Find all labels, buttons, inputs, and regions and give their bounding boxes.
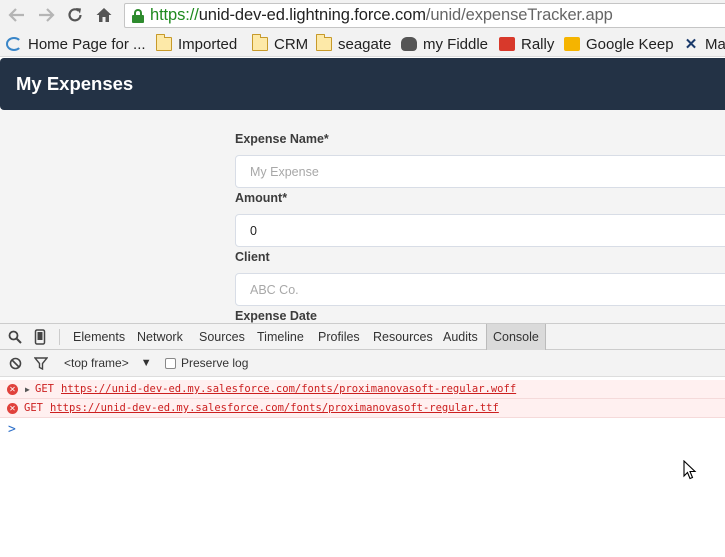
app-header: My Expenses [0,58,725,110]
preserve-log-toggle[interactable]: Preserve log [165,350,248,376]
browser-toolbar: https://unid-dev-ed.lightning.force.com/… [0,0,725,31]
folder-icon [251,34,268,51]
bookmark-google-keep[interactable]: Google Keep [564,34,674,54]
expand-arrow-icon[interactable]: ▶ [25,385,30,394]
expense-form: Expense Name* My Expense Amount* 0 Clien… [0,110,725,323]
address-bar[interactable]: https://unid-dev-ed.lightning.force.com/… [124,3,725,28]
bookmark-seagate[interactable]: seagate [315,34,391,54]
frame-selector[interactable]: <top frame> ▼ [64,350,152,376]
devtools-panel: Elements Network Sources Timeline Profil… [0,323,725,557]
client-placeholder: ABC Co. [250,282,299,297]
page-title: My Expenses [16,73,134,94]
error-icon: ✕ [7,402,18,414]
tab-audits[interactable]: Audits [443,324,478,350]
forward-button[interactable] [35,4,57,26]
expense-name-placeholder: My Expense [250,164,319,179]
console-filter-bar: <top frame> ▼ Preserve log [0,350,725,377]
folder-icon [315,34,332,51]
cloud-icon [401,37,417,51]
keep-icon [564,37,580,51]
filter-icon [34,356,48,370]
tab-network[interactable]: Network [137,324,183,350]
mouse-cursor-icon [683,460,697,480]
arrow-left-icon [8,8,24,22]
client-input[interactable]: ABC Co. [235,273,725,306]
mobile-device-icon [34,329,46,345]
error-url-link[interactable]: https://unid-dev-ed.my.salesforce.com/fo… [50,402,499,414]
bookmark-imported[interactable]: Imported [155,34,237,54]
dropdown-arrow-icon: ▼ [140,357,152,369]
bookmark-my-fiddle[interactable]: my Fiddle [401,34,488,54]
bookmark-rally[interactable]: Rally [499,34,554,54]
lock-icon [131,8,145,23]
tab-timeline[interactable]: Timeline [257,324,304,350]
error-icon: ✕ [7,383,18,395]
folder-icon [155,34,172,51]
x-icon: ✕ [684,36,698,53]
expense-date-label: Expense Date [235,309,317,323]
console-prompt[interactable]: > [8,422,16,437]
amount-input[interactable]: 0 [235,214,725,247]
reload-button[interactable] [64,4,86,26]
expense-name-label: Expense Name* [235,132,329,146]
toolbar-divider [59,329,60,345]
home-icon [96,8,112,22]
inspect-button[interactable] [8,324,22,350]
expense-name-input[interactable]: My Expense [235,155,725,188]
preserve-log-label: Preserve log [181,356,249,370]
bookmarks-bar: Home Page for ... Imported CRM seagate m… [0,31,725,57]
filter-button[interactable] [34,350,48,376]
tab-resources[interactable]: Resources [373,324,433,350]
console-error-row[interactable]: ✕ ▶ GET https://unid-dev-ed.my.salesforc… [0,380,725,399]
bookmark-home-page[interactable]: Home Page for ... [6,34,146,54]
arrow-right-icon [39,8,55,22]
device-mode-button[interactable] [34,324,46,350]
bookmark-ma[interactable]: ✕ Ma [683,34,725,54]
block-icon [9,357,22,369]
request-method: GET [24,402,43,414]
url-text: https://unid-dev-ed.lightning.force.com/… [150,6,613,24]
amount-label: Amount* [235,191,288,205]
salesforce-icon [6,37,22,51]
clear-console-button[interactable] [9,350,22,376]
home-button[interactable] [93,4,115,26]
back-button[interactable] [6,4,28,26]
frame-selector-value: <top frame> [64,356,129,370]
tab-elements[interactable]: Elements [73,324,125,350]
console-error-row[interactable]: ✕ GET https://unid-dev-ed.my.salesforce.… [0,399,725,418]
amount-value: 0 [250,223,257,238]
preserve-log-checkbox[interactable] [165,357,176,369]
search-icon [8,330,22,344]
bookmark-crm[interactable]: CRM [251,34,308,54]
client-label: Client [235,250,270,264]
devtools-tab-bar: Elements Network Sources Timeline Profil… [0,323,725,350]
error-url-link[interactable]: https://unid-dev-ed.my.salesforce.com/fo… [61,383,516,395]
tab-profiles[interactable]: Profiles [318,324,360,350]
request-method: GET [35,383,54,395]
tab-console[interactable]: Console [486,324,546,350]
reload-icon [68,8,82,22]
rally-icon [499,37,515,51]
tab-sources[interactable]: Sources [199,324,245,350]
